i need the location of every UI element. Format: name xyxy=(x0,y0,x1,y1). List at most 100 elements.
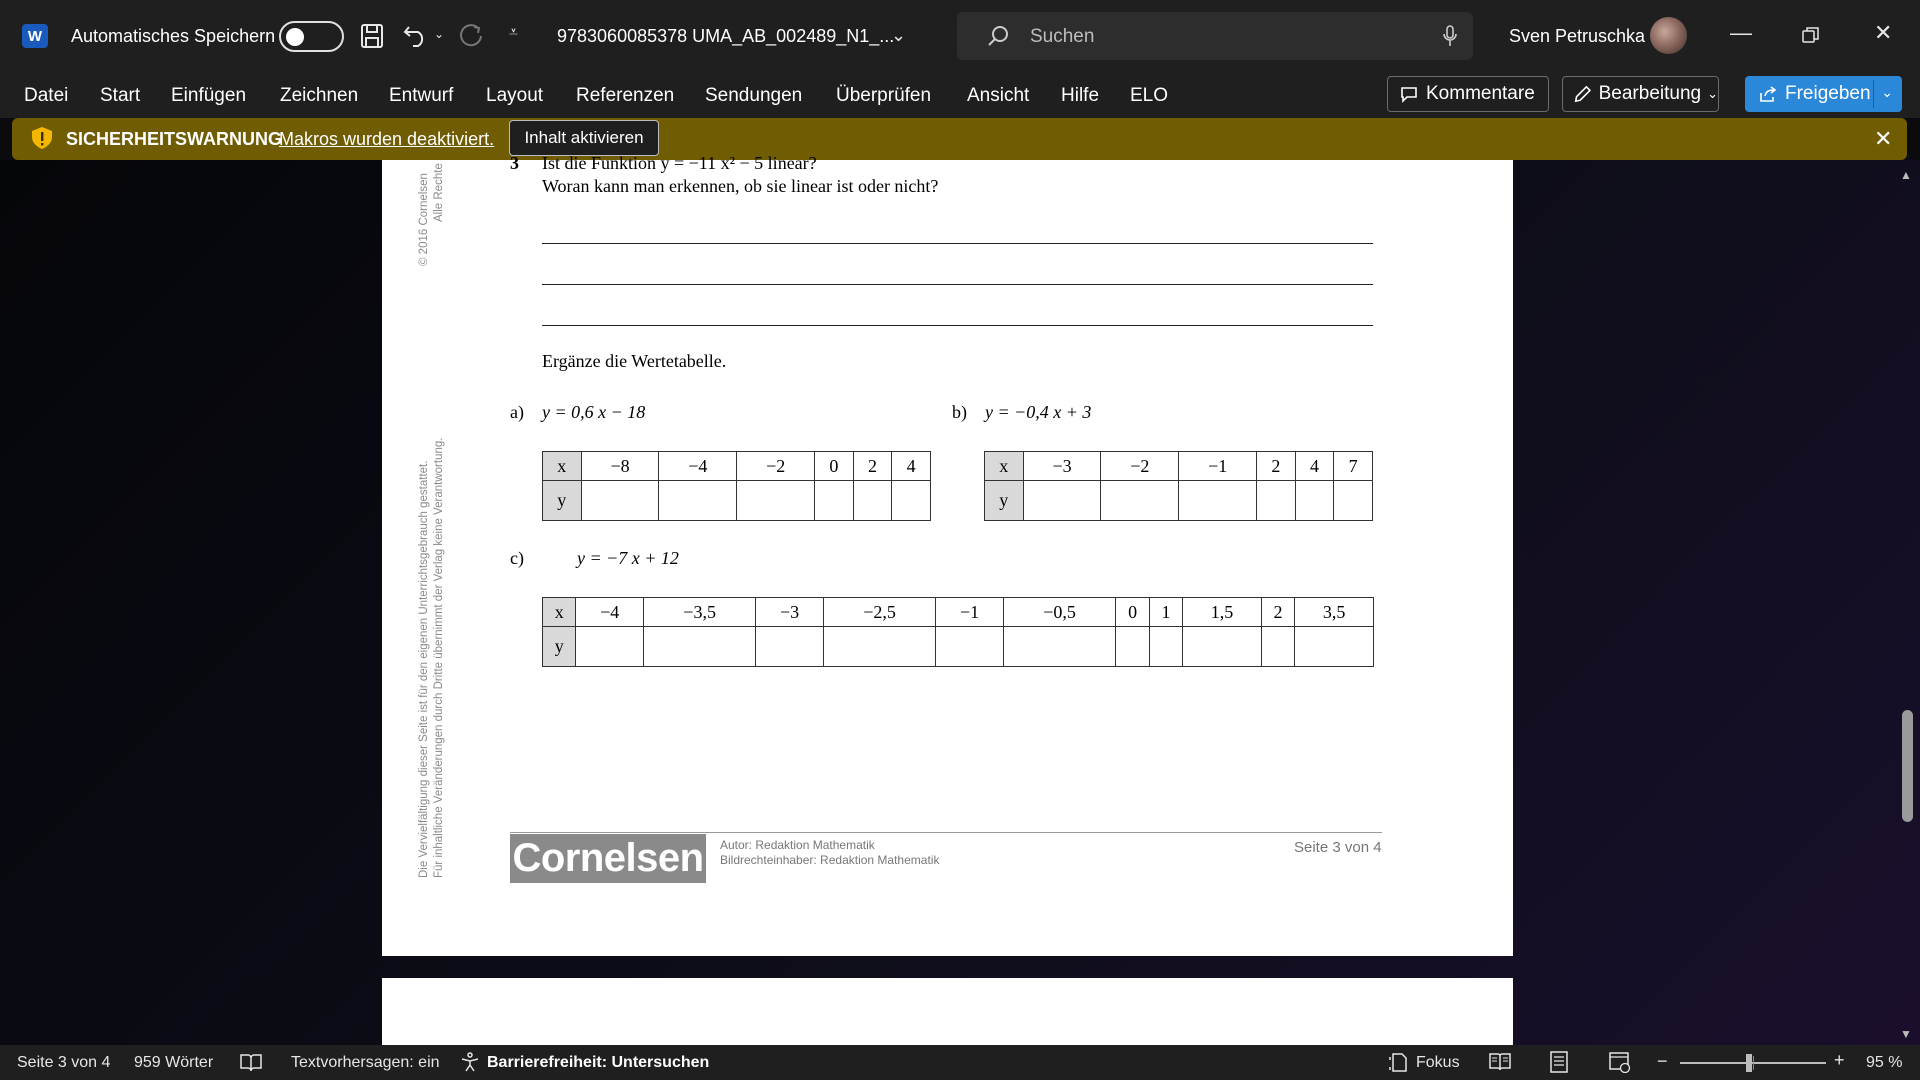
undo-icon[interactable] xyxy=(403,23,429,47)
task-number: 3 xyxy=(510,153,519,173)
close-window-icon[interactable]: ✕ xyxy=(1874,20,1892,46)
save-icon[interactable] xyxy=(360,23,384,49)
y-value-cell[interactable] xyxy=(891,480,931,521)
x-value-cell: −0,5 xyxy=(1002,597,1117,627)
menu-ansicht[interactable]: Ansicht xyxy=(967,85,1029,107)
chevron-down-icon[interactable]: ⌄ xyxy=(1881,84,1893,101)
restore-icon[interactable] xyxy=(1802,27,1819,44)
y-value-cell[interactable] xyxy=(1260,626,1296,667)
x-row: x −4 −3,5 −3 −2,5 −1 −0,5 0 1 1,5 2 3,5 xyxy=(541,597,1374,627)
value-table-c: x −4 −3,5 −3 −2,5 −1 −0,5 0 1 1,5 2 3,5 y xyxy=(541,597,1374,667)
menu-hilfe[interactable]: Hilfe xyxy=(1061,85,1099,107)
pencil-icon xyxy=(1574,85,1592,103)
scroll-up-arrow-icon[interactable]: ▲ xyxy=(1900,168,1912,182)
y-value-cell[interactable] xyxy=(814,480,854,521)
menu-layout[interactable]: Layout xyxy=(486,85,543,107)
y-row: y xyxy=(542,480,931,521)
user-name[interactable]: Sven Petruschka xyxy=(1509,26,1645,47)
y-header-cell: y xyxy=(541,626,577,667)
undo-dropdown-icon[interactable]: ⌄ xyxy=(434,28,444,40)
editing-mode-button[interactable]: Bearbeitung ⌄ xyxy=(1562,76,1719,112)
web-layout-icon[interactable] xyxy=(1609,1052,1631,1073)
scroll-down-arrow-icon[interactable]: ▼ xyxy=(1900,1027,1912,1041)
avatar[interactable] xyxy=(1650,17,1687,54)
y-value-cell[interactable] xyxy=(755,626,824,667)
word-count[interactable]: 959 Wörter xyxy=(134,1054,213,1072)
y-value-cell[interactable] xyxy=(1178,480,1258,521)
accessibility-status[interactable]: Barrierefreiheit: Untersuchen xyxy=(487,1054,709,1072)
zoom-level[interactable]: 95 % xyxy=(1866,1054,1902,1072)
focus-label[interactable]: Fokus xyxy=(1416,1054,1460,1072)
autosave-toggle[interactable] xyxy=(279,21,344,52)
y-value-cell[interactable] xyxy=(575,626,644,667)
y-value-cell[interactable] xyxy=(1333,480,1373,521)
part-a-label: a) xyxy=(510,402,524,422)
footer-author: Autor: Redaktion Mathematik xyxy=(720,838,875,852)
zoom-out-icon[interactable]: − xyxy=(1657,1051,1668,1072)
proofing-book-icon[interactable] xyxy=(240,1053,262,1072)
y-value-cell[interactable] xyxy=(822,626,937,667)
footer-page-number: Seite 3 von 4 xyxy=(1294,839,1382,856)
y-value-cell[interactable] xyxy=(1148,626,1184,667)
microphone-icon[interactable] xyxy=(1443,25,1457,47)
answer-line xyxy=(542,284,1373,285)
print-layout-icon[interactable] xyxy=(1550,1051,1568,1073)
macros-disabled-link[interactable]: Makros wurden deaktiviert. xyxy=(279,129,494,150)
page-counter[interactable]: Seite 3 von 4 xyxy=(17,1054,110,1072)
chevron-down-icon[interactable]: ⌄ xyxy=(891,26,906,44)
menu-entwurf[interactable]: Entwurf xyxy=(389,85,453,107)
x-value-cell: 2 xyxy=(1256,451,1296,481)
zoom-slider-handle[interactable] xyxy=(1746,1054,1752,1072)
focus-icon[interactable] xyxy=(1389,1052,1409,1073)
minimize-icon[interactable]: — xyxy=(1730,20,1752,46)
x-header-cell: x xyxy=(984,451,1024,481)
y-value-cell[interactable] xyxy=(852,480,893,521)
y-value-cell[interactable] xyxy=(1256,480,1296,521)
read-mode-icon[interactable] xyxy=(1489,1053,1511,1071)
menu-referenzen[interactable]: Referenzen xyxy=(576,85,674,107)
x-value-cell: 2 xyxy=(852,451,893,481)
x-header-cell: x xyxy=(542,451,582,481)
menu-sendungen[interactable]: Sendungen xyxy=(705,85,802,107)
y-value-cell[interactable] xyxy=(1294,626,1374,667)
y-value-cell[interactable] xyxy=(1002,626,1117,667)
search-box[interactable]: Suchen xyxy=(957,12,1473,60)
menu-datei[interactable]: Datei xyxy=(24,85,68,107)
menu-einfuegen[interactable]: Einfügen xyxy=(171,85,246,107)
document-title[interactable]: 9783060085378 UMA_AB_002489_N1_... xyxy=(557,26,894,47)
y-header-cell: y xyxy=(542,480,582,521)
zoom-in-icon[interactable]: + xyxy=(1834,1050,1845,1071)
word-logo-icon[interactable]: W xyxy=(22,24,48,48)
y-value-cell[interactable] xyxy=(1100,480,1180,521)
share-label: Freigeben xyxy=(1785,83,1871,104)
x-value-cell: 0 xyxy=(1115,597,1150,627)
vertical-scrollbar-thumb[interactable] xyxy=(1902,710,1913,822)
text-predictions-status[interactable]: Textvorhersagen: ein xyxy=(291,1054,440,1072)
next-document-page xyxy=(382,978,1513,1045)
share-icon xyxy=(1760,86,1777,102)
customize-toolbar-icon[interactable]: ⩡ xyxy=(509,25,518,41)
y-value-cell[interactable] xyxy=(658,480,738,521)
enable-content-button[interactable]: Inhalt aktivieren xyxy=(509,120,659,156)
shield-warning-icon xyxy=(32,127,52,149)
redo-icon[interactable] xyxy=(458,22,484,48)
menu-start[interactable]: Start xyxy=(100,85,140,107)
share-button[interactable]: Freigeben ⌄ xyxy=(1745,76,1902,112)
menu-ueberpruefen[interactable]: Überprüfen xyxy=(836,85,931,107)
comments-button[interactable]: Kommentare xyxy=(1387,76,1549,112)
y-value-cell[interactable] xyxy=(1115,626,1150,667)
x-value-cell: −3,5 xyxy=(642,597,757,627)
part-b-label: b) xyxy=(952,402,967,422)
y-value-cell[interactable] xyxy=(1182,626,1262,667)
y-value-cell[interactable] xyxy=(1022,480,1102,521)
y-value-cell[interactable] xyxy=(935,626,1004,667)
y-value-cell[interactable] xyxy=(580,480,660,521)
menu-elo[interactable]: ELO xyxy=(1130,85,1168,107)
x-value-cell: −1 xyxy=(935,597,1004,627)
y-value-cell[interactable] xyxy=(736,480,816,521)
menu-zeichnen[interactable]: Zeichnen xyxy=(280,85,358,107)
accessibility-icon[interactable] xyxy=(460,1052,480,1072)
y-value-cell[interactable] xyxy=(642,626,757,667)
close-icon[interactable]: ✕ xyxy=(1874,126,1892,152)
y-value-cell[interactable] xyxy=(1294,480,1335,521)
